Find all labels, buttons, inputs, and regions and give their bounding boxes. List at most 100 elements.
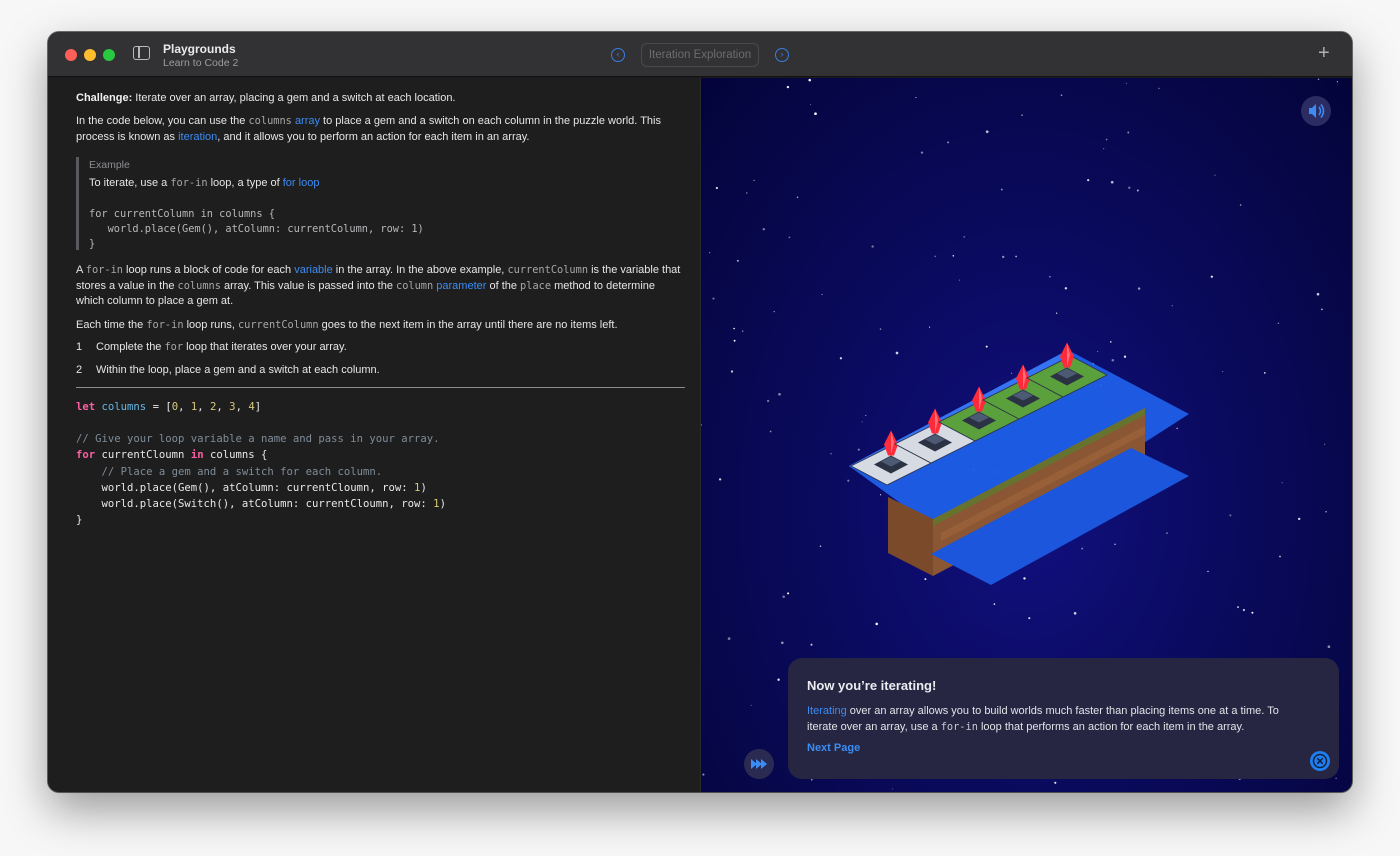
inline-code: columns <box>177 279 221 292</box>
step-number: 2 <box>76 364 83 376</box>
sidebar-toggle-icon[interactable] <box>133 46 150 60</box>
text-run: loop runs a block of code for each <box>123 264 295 276</box>
text-run: A <box>76 264 86 276</box>
text-run: loop that iterates over your array. <box>183 341 347 353</box>
text-run: method to determine <box>551 279 655 292</box>
code-token: , <box>216 401 230 413</box>
code-token: columns { <box>203 449 268 461</box>
code-comment[interactable]: // Place a gem and a switch for each col… <box>76 466 383 478</box>
paragraph-each-time: Each time the for-in loop runs, currentC… <box>76 318 686 334</box>
speaker-wave-icon <box>1309 104 1325 118</box>
puzzle-world-view[interactable]: Now you’re iterating! Iterating over an … <box>700 78 1352 792</box>
inline-code: place <box>520 279 552 292</box>
playgrounds-window: Playgrounds Learn to Code 2 ‹ Iteration … <box>48 32 1352 792</box>
code-token: world.place(Switch(), atColumn: currentC… <box>76 498 434 510</box>
keyword-token: let <box>76 401 96 413</box>
inline-code: for-in <box>85 264 123 276</box>
step-number: 1 <box>76 341 83 353</box>
inline-code: for-in <box>146 319 184 331</box>
fast-forward-icon <box>751 759 767 769</box>
code-comment[interactable]: // Give your loop variable a name and pa… <box>76 433 440 445</box>
page-title: Iteration Exploration <box>641 43 759 67</box>
speed-button[interactable] <box>744 749 774 779</box>
challenge-text: Iterate over an array, placing a gem and… <box>132 92 456 104</box>
glossary-link-for-loop[interactable]: for loop <box>283 177 320 189</box>
card-body: Iterating over an array allows you to bu… <box>807 703 1312 735</box>
text-run: stores a value in the <box>76 279 178 292</box>
text-run: in the array. In the above example, <box>332 264 508 276</box>
inline-code: column <box>396 279 434 292</box>
inline-code: columns <box>248 115 292 127</box>
paragraph-intro: In the code below, you can use the colum… <box>76 114 686 145</box>
code-line[interactable]: for currentCloumn in columns { <box>76 449 267 461</box>
close-window-button[interactable] <box>65 49 77 61</box>
text-run: To iterate, use a <box>89 177 171 189</box>
code-token: = [ <box>146 401 172 413</box>
example-description: To iterate, use a for-in loop, a type of… <box>89 177 319 189</box>
example-callout: Example To iterate, use a for-in loop, a… <box>76 157 636 250</box>
code-token: ) <box>439 498 446 510</box>
challenge-label: Challenge: <box>76 92 133 104</box>
text-run: loop that performs an action for each it… <box>977 721 1245 733</box>
glossary-link-iteration[interactable]: iteration <box>178 131 217 143</box>
challenge-line: Challenge: Iterate over an array, placin… <box>76 91 686 107</box>
success-card: Now you’re iterating! Iterating over an … <box>788 658 1339 779</box>
text-run: of the <box>486 279 521 292</box>
inline-code: for-in <box>940 721 978 733</box>
card-title: Now you’re iterating! <box>807 678 937 693</box>
text-run: In the code below, you can use the <box>76 115 249 127</box>
code-token: , <box>178 401 191 413</box>
zoom-window-button[interactable] <box>103 49 115 61</box>
code-line[interactable]: let columns = [0, 1, 2, 3, 4] <box>76 401 261 413</box>
step-text: Within the loop, place a gem and a switc… <box>96 364 380 376</box>
example-title: Example <box>89 159 130 171</box>
close-icon <box>1312 753 1328 769</box>
code-token: currentCloumn <box>95 449 191 461</box>
text-run: is the variable that <box>588 264 681 276</box>
example-code-line: world.place(Gem(), atColumn: currentColu… <box>89 223 424 235</box>
paragraph-for-in: A for-in loop runs a block of code for e… <box>76 263 686 310</box>
add-button[interactable]: + <box>1318 43 1330 63</box>
code-token: world.place(Gem(), atColumn: currentClou… <box>76 482 415 494</box>
code-token: ) <box>420 482 427 494</box>
code-token: ] <box>254 401 262 413</box>
step-text: Complete the for loop that iterates over… <box>96 341 347 353</box>
inline-code: for <box>164 341 184 353</box>
code-line[interactable]: } <box>76 514 82 526</box>
code-line[interactable]: world.place(Switch(), atColumn: currentC… <box>76 498 446 510</box>
glossary-link-parameter[interactable]: parameter <box>436 280 486 292</box>
text-run: process is known as <box>76 130 179 143</box>
glossary-link-array[interactable]: array <box>295 115 320 127</box>
inline-code: currentColumn <box>237 319 319 331</box>
next-page-button[interactable]: › <box>775 48 789 62</box>
variable-token: columns <box>101 401 147 413</box>
inline-code: for-in <box>170 177 208 189</box>
text-run: goes to the next item in the array until… <box>318 319 618 331</box>
text-run: which column to place a gem at. <box>76 295 234 307</box>
code-token: , <box>235 401 249 413</box>
text-run: Complete the <box>96 341 165 353</box>
text-run: loop runs, <box>183 319 238 331</box>
app-title: Playgrounds <box>163 42 236 56</box>
glossary-link-variable[interactable]: variable <box>294 264 333 276</box>
code-token: , <box>197 401 211 413</box>
app-subtitle: Learn to Code 2 <box>163 57 239 69</box>
text-run: loop, a type of <box>207 177 283 189</box>
text-run: array. This value is passed into the <box>220 279 396 292</box>
inline-code: currentColumn <box>507 264 589 276</box>
text-run: Each time the <box>76 319 147 331</box>
text-run: , and it allows you to perform an action… <box>217 130 530 143</box>
instructions-pane: Challenge: Iterate over an array, placin… <box>48 78 700 792</box>
glossary-link-iterating[interactable]: Iterating <box>807 705 847 717</box>
dismiss-card-button[interactable] <box>1310 751 1330 771</box>
sound-toggle-button[interactable] <box>1301 96 1331 126</box>
code-line[interactable]: world.place(Gem(), atColumn: currentClou… <box>76 482 427 494</box>
minimize-window-button[interactable] <box>84 49 96 61</box>
keyword-token: in <box>190 449 204 461</box>
next-page-link[interactable]: Next Page <box>807 742 860 754</box>
example-code-line: } <box>89 238 96 250</box>
text-run: to place a gem and a switch on each colu… <box>320 115 661 127</box>
previous-page-button[interactable]: ‹ <box>611 48 625 62</box>
keyword-token: for <box>76 449 96 461</box>
title-bar: Playgrounds Learn to Code 2 ‹ Iteration … <box>48 32 1352 77</box>
